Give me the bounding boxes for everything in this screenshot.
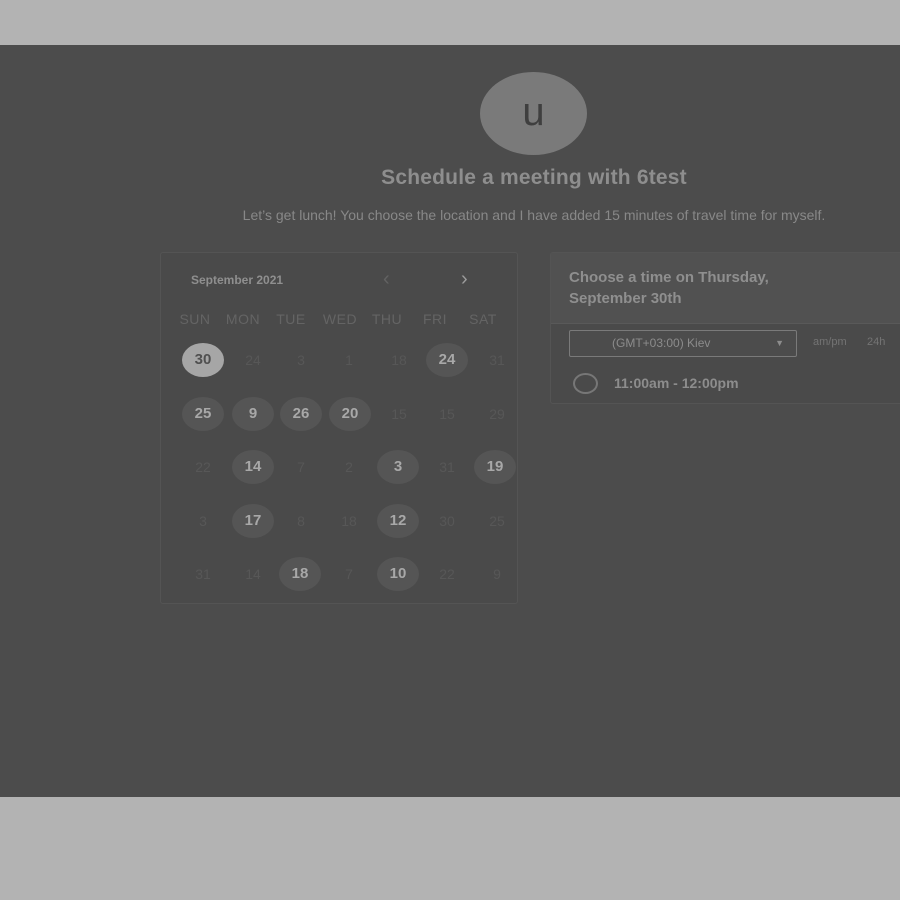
calendar-day-available[interactable]: 12 [377,504,419,538]
calendar-day: 7 [345,566,353,582]
chevron-right-icon[interactable]: › [461,269,468,289]
calendar-day: 25 [489,513,505,529]
calendar-day-available[interactable]: 26 [280,397,322,431]
weekday-sun: SUN [179,311,211,327]
calendar-day: 29 [489,406,505,422]
weekday-sat: SAT [469,311,497,327]
calendar-day: 30 [439,513,455,529]
time-slot-panel: Choose a time on Thursday, September 30t… [550,252,900,404]
calendar-day: 31 [439,459,455,475]
time-slot[interactable]: 11:00am - 12:00pm [573,373,873,395]
calendar-day: 9 [493,566,501,582]
calendar-day: 15 [439,406,455,422]
calendar-day: 15 [391,406,407,422]
calendar-day: 14 [245,566,261,582]
time-slot-label: 11:00am - 12:00pm [614,375,739,391]
calendar-day-available[interactable]: 24 [426,343,468,377]
weekday-mon: MON [225,311,261,327]
page-title: Schedule a meeting with 6test [381,166,687,189]
calendar-day: 18 [391,352,407,368]
scheduling-page: u Schedule a meeting with 6test Let’s ge… [0,45,900,797]
calendar-day: 7 [297,459,305,475]
calendar-day: 22 [439,566,455,582]
caret-down-icon: ▼ [775,338,784,348]
calendar-day-available[interactable]: 25 [182,397,224,431]
radio-icon[interactable] [573,373,598,394]
calendar-day: 3 [199,513,207,529]
calendar-day: 3 [297,352,305,368]
calendar-day-available[interactable]: 10 [377,557,419,591]
avatar: u [480,72,587,155]
timezone-select[interactable]: (GMT+03:00) Kiev ▼ [569,330,797,357]
meeting-description: Let’s get lunch! You choose the location… [242,207,826,223]
date-picker: September 2021 ‹ › SUN MON TUE WED THU F… [160,252,518,604]
calendar-day-available[interactable]: 9 [232,397,274,431]
calendar-day-available[interactable]: 20 [329,397,371,431]
calendar-day-available[interactable]: 14 [232,450,274,484]
calendar-day: 31 [195,566,211,582]
calendar-day: 2 [345,459,353,475]
calendar-day: 24 [245,352,261,368]
calendar-month-label: September 2021 [191,273,284,287]
time-panel-title: Choose a time on Thursday, September 30t… [569,269,769,307]
weekday-thu: THU [371,311,403,327]
weekday-wed: WED [322,311,358,327]
chevron-left-icon[interactable]: ‹ [383,269,390,289]
calendar-day: 1 [345,352,353,368]
calendar-day: 22 [195,459,211,475]
weekday-fri: FRI [422,311,448,327]
calendar-day: 8 [297,513,305,529]
timezone-value: (GMT+03:00) Kiev [612,336,711,350]
calendar-day: 18 [341,513,357,529]
calendar-day-available[interactable]: 18 [279,557,321,591]
calendar-day-available[interactable]: 19 [474,450,516,484]
format-ampm-toggle[interactable]: am/pm [813,336,847,348]
calendar-day-selected[interactable]: 30 [182,343,224,377]
calendar-day-available[interactable]: 17 [232,504,274,538]
weekday-tue: TUE [276,311,306,327]
format-24h-toggle[interactable]: 24h [867,336,885,348]
calendar-day-available[interactable]: 3 [377,450,419,484]
calendar-day: 31 [489,352,505,368]
time-panel-header: Choose a time on Thursday, September 30t… [551,253,900,324]
